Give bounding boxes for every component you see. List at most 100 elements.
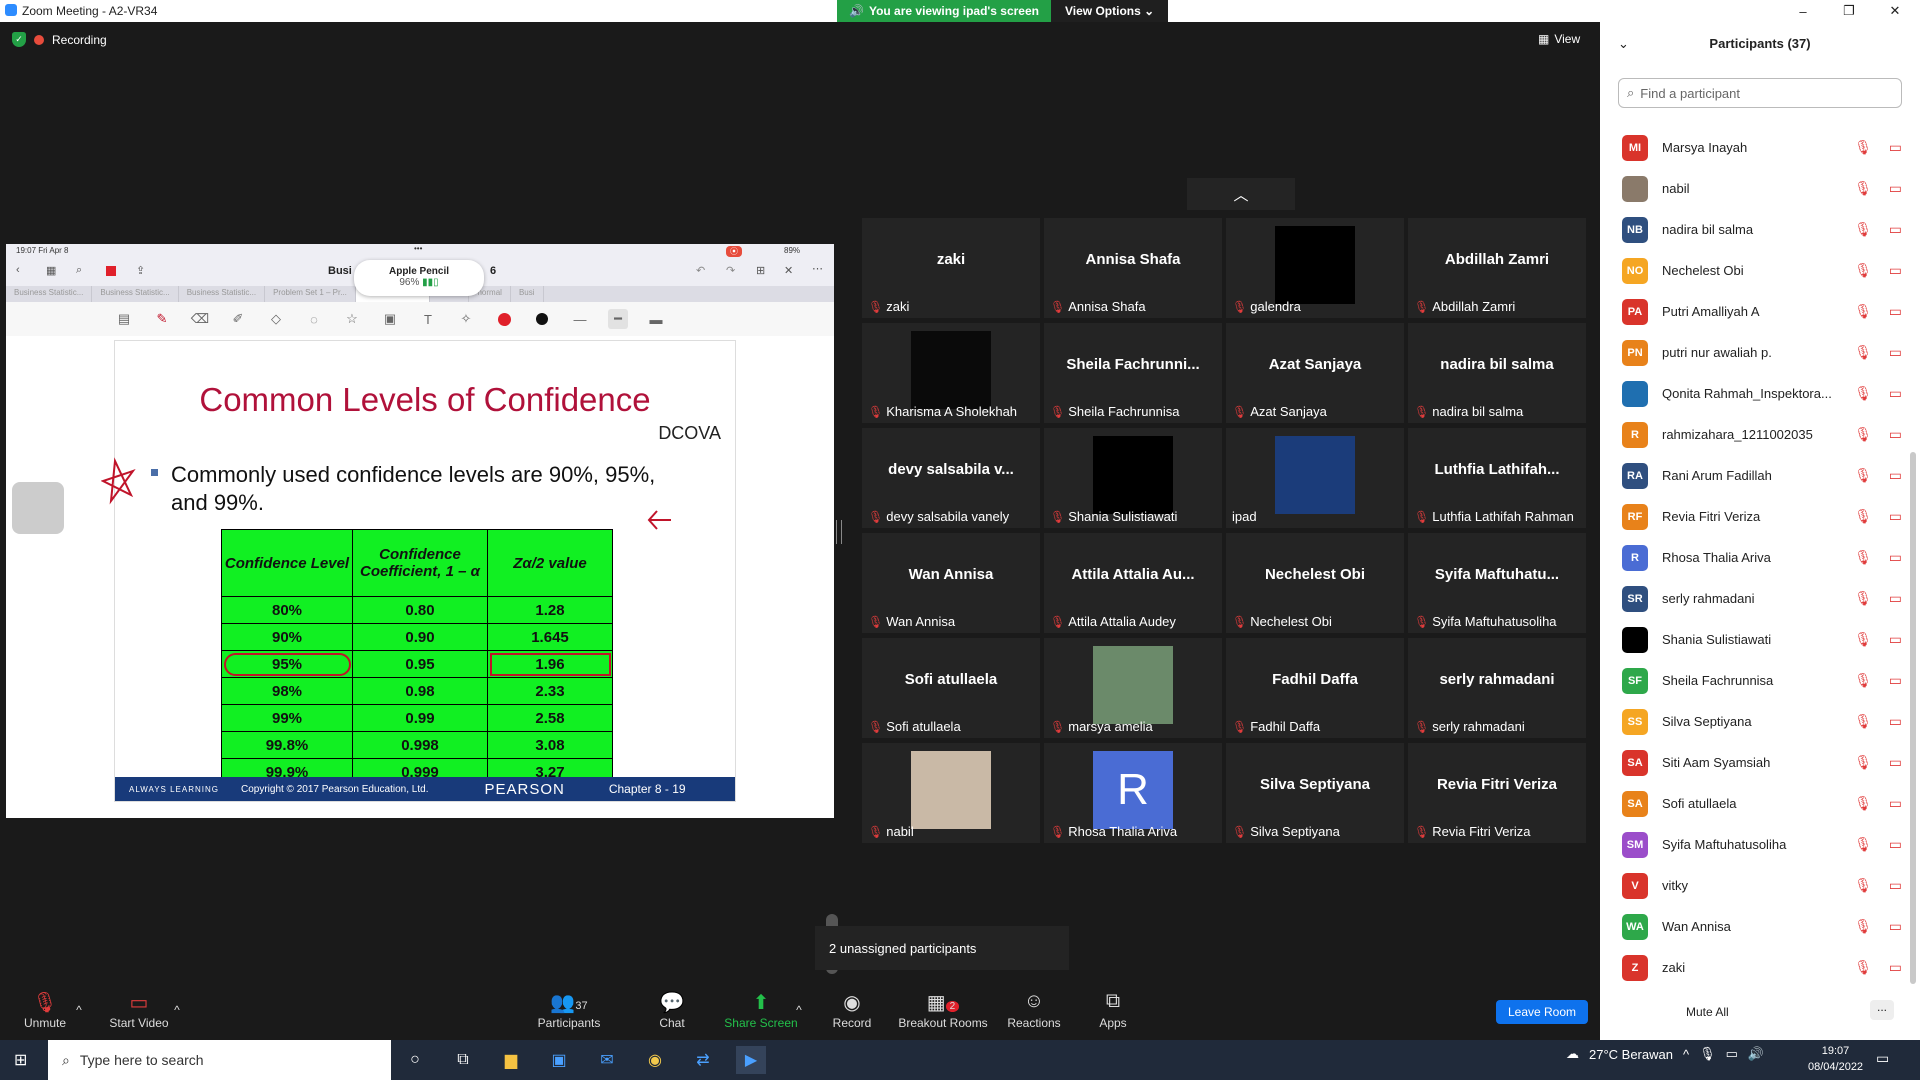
color-black-icon[interactable] bbox=[532, 309, 552, 329]
video-tile[interactable]: R 🎙 Rhosa Thalia Ariva bbox=[1044, 743, 1222, 843]
video-off-icon[interactable]: ▭ bbox=[1889, 713, 1902, 730]
leave-room-button[interactable]: Leave Room bbox=[1496, 1000, 1588, 1024]
video-off-icon[interactable]: ▭ bbox=[1889, 180, 1902, 197]
mic-muted-icon[interactable]: 🎙 bbox=[1854, 713, 1872, 730]
more-icon[interactable]: ⋯ bbox=[812, 262, 823, 275]
video-tile[interactable]: Abdillah Zamri 🎙 Abdillah Zamri bbox=[1408, 218, 1586, 318]
mic-muted-icon[interactable]: 🎙 bbox=[1854, 672, 1872, 689]
mail-icon[interactable]: ✉ bbox=[592, 1046, 622, 1074]
participant-row[interactable]: RF Revia Fitri Veriza 🎙 ▭ bbox=[1600, 496, 1920, 537]
share-icon[interactable]: ⇪ bbox=[136, 264, 145, 277]
video-tile[interactable]: 🎙 Kharisma A Sholekhah bbox=[862, 323, 1040, 423]
mic-muted-icon[interactable]: 🎙 bbox=[1854, 877, 1872, 894]
taskbar-clock[interactable]: 19:07 08/04/2022 bbox=[1808, 1043, 1863, 1075]
video-off-icon[interactable]: ▭ bbox=[1889, 877, 1902, 894]
stroke-medium-icon[interactable]: ━ bbox=[608, 309, 628, 329]
video-off-icon[interactable]: ▭ bbox=[1889, 959, 1902, 976]
video-tile[interactable]: 🎙 Shania Sulistiawati bbox=[1044, 428, 1222, 528]
video-off-icon[interactable]: ▭ bbox=[1889, 221, 1902, 238]
video-off-icon[interactable]: ▭ bbox=[1889, 303, 1902, 320]
notifications-icon[interactable]: ▭ bbox=[1876, 1050, 1889, 1067]
participant-row[interactable]: PA Putri Amalliyah A 🎙 ▭ bbox=[1600, 291, 1920, 332]
file-explorer-icon[interactable]: ▆ bbox=[496, 1046, 526, 1074]
record-button[interactable]: ◉ Record bbox=[830, 980, 874, 1040]
mic-muted-icon[interactable]: 🎙 bbox=[1854, 426, 1872, 443]
stop-record-icon[interactable] bbox=[106, 266, 116, 276]
mic-muted-icon[interactable]: 🎙 bbox=[1854, 262, 1872, 279]
mute-all-button[interactable]: Mute All bbox=[1686, 1005, 1729, 1019]
mic-muted-icon[interactable]: 🎙 bbox=[1854, 508, 1872, 525]
participant-row[interactable]: SM Syifa Maftuhatusoliha 🎙 ▭ bbox=[1600, 824, 1920, 865]
participant-row[interactable]: WA Wan Annisa 🎙 ▭ bbox=[1600, 906, 1920, 947]
video-off-icon[interactable]: ▭ bbox=[1889, 262, 1902, 279]
video-off-icon[interactable]: ▭ bbox=[1889, 467, 1902, 484]
video-off-icon[interactable]: ▭ bbox=[1889, 754, 1902, 771]
splitter-handle[interactable] bbox=[836, 520, 842, 544]
video-tile[interactable]: zaki 🎙 zaki bbox=[862, 218, 1040, 318]
video-tile[interactable]: Nechelest Obi 🎙 Nechelest Obi bbox=[1226, 533, 1404, 633]
share-screen-button[interactable]: ⬆ Share Screen bbox=[724, 980, 798, 1040]
mic-muted-icon[interactable]: 🎙 bbox=[1854, 631, 1872, 648]
video-off-icon[interactable]: ▭ bbox=[1889, 344, 1902, 361]
participant-row[interactable]: R Rhosa Thalia Ariva 🎙 ▭ bbox=[1600, 537, 1920, 578]
participants-button[interactable]: 👥37 Participants bbox=[534, 980, 604, 1040]
video-tile[interactable]: 🎙 nabil bbox=[862, 743, 1040, 843]
shield-icon[interactable]: ✓ bbox=[12, 32, 26, 47]
mic-muted-icon[interactable]: 🎙 bbox=[1854, 180, 1872, 197]
video-tile[interactable]: Revia Fitri Veriza 🎙 Revia Fitri Veriza bbox=[1408, 743, 1586, 843]
view-options-button[interactable]: View Options ⌄ bbox=[1050, 0, 1169, 22]
shared-screen[interactable]: 19:07 Fri Apr 8 ••• ⦿ 89% ‹ ▦ ⌕ ⇪ Busi 6… bbox=[6, 244, 838, 974]
more-options-button[interactable]: ... bbox=[1870, 1000, 1894, 1020]
volume-icon[interactable]: 🔊 bbox=[1748, 1046, 1764, 1062]
unmute-button[interactable]: 🎙 Unmute bbox=[20, 980, 70, 1040]
participant-row[interactable]: SS Silva Septiyana 🎙 ▭ bbox=[1600, 701, 1920, 742]
mic-muted-icon[interactable]: 🎙 bbox=[1854, 959, 1872, 976]
redo-icon[interactable]: ↷ bbox=[726, 264, 735, 277]
mic-muted-icon[interactable]: 🎙 bbox=[1854, 918, 1872, 935]
audio-options-caret[interactable]: ^ bbox=[72, 980, 86, 1040]
reactions-button[interactable]: ☺ Reactions bbox=[1006, 980, 1062, 1040]
star-icon[interactable]: ☆ bbox=[342, 309, 362, 329]
video-tile[interactable]: ipad bbox=[1226, 428, 1404, 528]
video-tile[interactable]: 🎙 galendra bbox=[1226, 218, 1404, 318]
apps-button[interactable]: ⧉ Apps bbox=[1098, 980, 1128, 1040]
video-off-icon[interactable]: ▭ bbox=[1889, 631, 1902, 648]
mic-muted-icon[interactable]: 🎙 bbox=[1854, 385, 1872, 402]
mic-muted-icon[interactable]: 🎙 bbox=[1854, 836, 1872, 853]
assistive-touch-button[interactable] bbox=[12, 482, 64, 534]
stroke-thin-icon[interactable]: — bbox=[570, 309, 590, 329]
doc-tab[interactable]: Business Statistic... bbox=[6, 286, 93, 302]
gallery-collapse-button[interactable]: ︿ bbox=[1187, 178, 1295, 210]
participants-scrollbar[interactable] bbox=[1910, 452, 1916, 984]
close-icon[interactable]: ✕ bbox=[784, 264, 793, 277]
video-tile[interactable]: serly rahmadani 🎙 serly rahmadani bbox=[1408, 638, 1586, 738]
video-off-icon[interactable]: ▭ bbox=[1889, 590, 1902, 607]
task-view-icon[interactable]: ⧉ bbox=[448, 1046, 478, 1074]
minimize-button[interactable]: – bbox=[1780, 0, 1826, 22]
start-video-button[interactable]: ▭ Start Video bbox=[106, 980, 172, 1040]
mic-muted-icon[interactable]: 🎙 bbox=[1854, 303, 1872, 320]
video-tile[interactable]: devy salsabila v... 🎙 devy salsabila vanel… bbox=[862, 428, 1040, 528]
reader-icon[interactable]: ▤ bbox=[114, 309, 134, 329]
video-off-icon[interactable]: ▭ bbox=[1889, 139, 1902, 156]
lasso-icon[interactable]: ◌ bbox=[304, 309, 324, 329]
video-off-icon[interactable]: ▭ bbox=[1889, 836, 1902, 853]
unassigned-participants[interactable]: 2 unassigned participants bbox=[815, 926, 1069, 970]
undo-icon[interactable]: ↶ bbox=[696, 264, 705, 277]
microphone-icon[interactable]: 🎙 bbox=[1699, 1046, 1716, 1062]
network-icon[interactable]: ▭ bbox=[1726, 1046, 1738, 1062]
video-tile[interactable]: Wan Annisa 🎙 Wan Annisa bbox=[862, 533, 1040, 633]
video-tile[interactable]: Silva Septiyana 🎙 Silva Septiyana bbox=[1226, 743, 1404, 843]
windows-start-icon[interactable]: ⊞ bbox=[14, 1050, 27, 1070]
weather-text[interactable]: 27°C Berawan bbox=[1589, 1047, 1673, 1062]
highlighter-icon[interactable]: ✐ bbox=[228, 309, 248, 329]
participant-row[interactable]: RA Rani Arum Fadillah 🎙 ▭ bbox=[1600, 455, 1920, 496]
video-off-icon[interactable]: ▭ bbox=[1889, 672, 1902, 689]
mic-muted-icon[interactable]: 🎙 bbox=[1854, 139, 1872, 156]
participant-row[interactable]: SR serly rahmadani 🎙 ▭ bbox=[1600, 578, 1920, 619]
pen-icon[interactable]: ✎ bbox=[152, 309, 172, 329]
video-tile[interactable]: Fadhil Daffa 🎙 Fadhil Daffa bbox=[1226, 638, 1404, 738]
share-options-caret[interactable]: ^ bbox=[792, 980, 806, 1040]
store-icon[interactable]: ▣ bbox=[544, 1046, 574, 1074]
video-tile[interactable]: Syifa Maftuhatu... 🎙 Syifa Maftuhatusoliha bbox=[1408, 533, 1586, 633]
